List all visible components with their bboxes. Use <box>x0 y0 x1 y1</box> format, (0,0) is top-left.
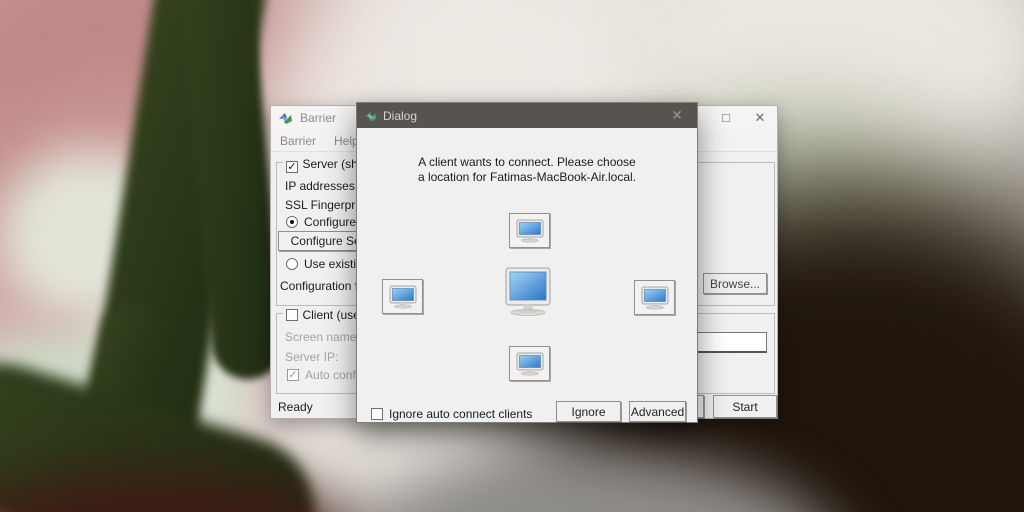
connect-dialog: Dialog ✕ A client wants to connect. Plea… <box>356 102 698 423</box>
barrier-window-title: Barrier <box>300 111 336 125</box>
browse-button[interactable]: Browse... <box>703 273 767 294</box>
screen-name-label: Screen name: <box>285 330 360 344</box>
position-button-top[interactable] <box>509 213 550 248</box>
use-existing-radio[interactable] <box>286 258 298 270</box>
position-button-right[interactable] <box>634 280 675 315</box>
start-button[interactable]: Start <box>713 395 777 418</box>
position-button-left[interactable] <box>382 279 423 314</box>
server-screen-monitor <box>494 266 562 320</box>
ignore-auto-connect-label: Ignore auto connect clients <box>389 407 532 421</box>
dialog-app-icon <box>364 109 378 123</box>
monitor-icon <box>516 352 544 376</box>
configure-interactively-radio[interactable] <box>286 216 298 228</box>
status-text: Ready <box>278 400 313 414</box>
position-button-bottom[interactable] <box>509 346 550 381</box>
client-checkbox[interactable] <box>286 309 298 321</box>
monitor-icon <box>516 219 544 243</box>
dialog-message-line1: A client wants to connect. Please choose <box>357 155 697 169</box>
ignore-button[interactable]: Ignore <box>556 401 621 422</box>
close-icon: ✕ <box>755 110 766 126</box>
dialog-close-button[interactable]: ✕ <box>657 103 697 128</box>
server-ip-label: Server IP: <box>285 350 338 364</box>
dialog-message-line2: a location for Fatimas-MacBook-Air.local… <box>357 170 697 184</box>
menu-barrier[interactable]: Barrier <box>271 134 325 148</box>
maximize-icon: □ <box>722 110 730 125</box>
auto-config-checkbox[interactable]: ✓ <box>287 369 299 381</box>
ignore-auto-connect-checkbox[interactable] <box>371 408 383 420</box>
close-icon: ✕ <box>671 107 683 124</box>
monitor-icon <box>389 285 417 309</box>
maximize-button[interactable]: □ <box>709 106 743 129</box>
close-button[interactable]: ✕ <box>743 106 777 129</box>
monitor-icon-large <box>498 267 558 319</box>
advanced-button[interactable]: Advanced <box>629 401 686 422</box>
dialog-titlebar[interactable]: Dialog ✕ <box>357 103 697 128</box>
server-checkbox[interactable]: ✓ <box>286 161 298 173</box>
dialog-title: Dialog <box>383 109 417 123</box>
monitor-icon <box>641 286 669 310</box>
barrier-app-icon <box>278 110 294 126</box>
